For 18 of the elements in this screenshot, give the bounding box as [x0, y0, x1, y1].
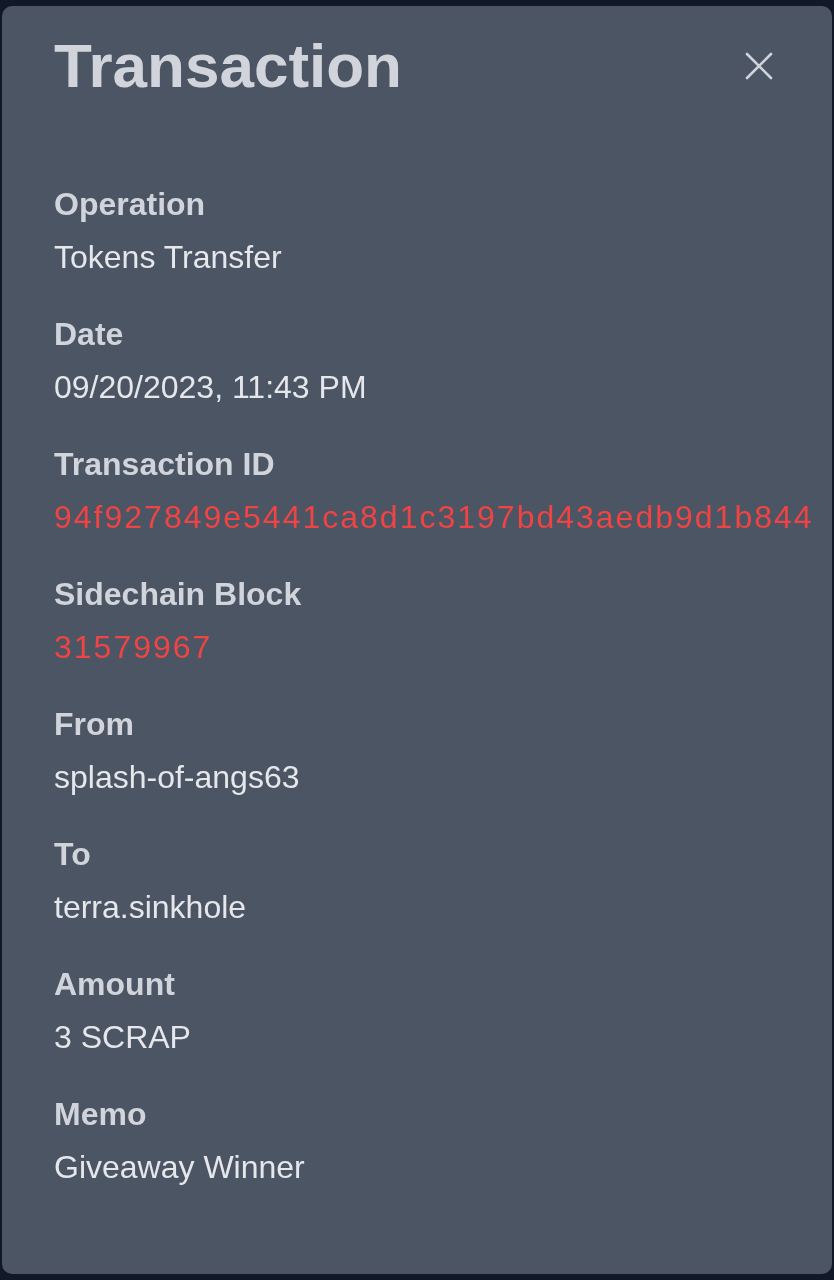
field-value: Tokens Transfer — [54, 238, 282, 277]
close-icon — [745, 52, 773, 80]
field-value: 3 SCRAP — [54, 1018, 191, 1057]
field-label: Memo — [54, 1095, 147, 1134]
field-value: 09/20/2023, 11:43 PM — [54, 368, 367, 407]
field-label: Sidechain Block — [54, 575, 302, 614]
field-label: Amount — [54, 965, 175, 1004]
field-value: terra.sinkhole — [54, 888, 247, 927]
field-label: From — [54, 705, 134, 744]
field-label: Date — [54, 315, 124, 354]
value-link[interactable]: 31579967 — [54, 624, 213, 670]
dialog-title: Transaction — [54, 30, 402, 102]
field-value: splash-of-angs63 — [54, 758, 300, 797]
field-value: Giveaway Winner — [54, 1148, 305, 1187]
field-label: Transaction ID — [54, 445, 275, 484]
field-label: To — [54, 835, 91, 874]
field-label: Operation — [54, 185, 206, 224]
value-link[interactable]: 94f927849e5441ca8d1c3197bd43aedb9d1b844 — [54, 494, 814, 540]
